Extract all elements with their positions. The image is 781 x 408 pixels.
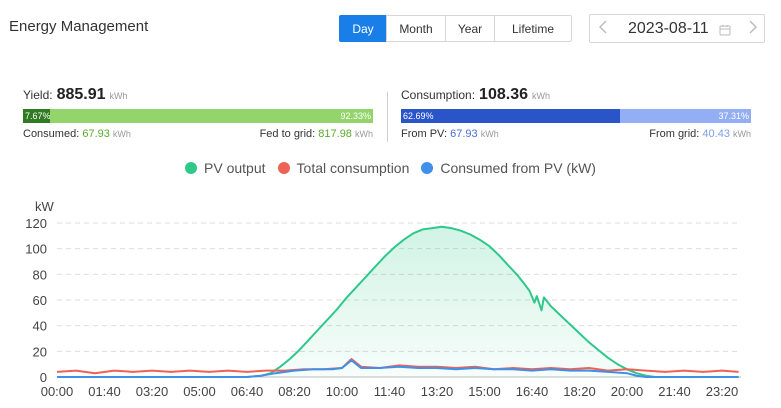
- chevron-right-icon[interactable]: [748, 20, 758, 37]
- y-tick-label: 120: [25, 216, 47, 231]
- x-tick-label: 00:00: [41, 384, 74, 399]
- legend-dot: [277, 162, 290, 174]
- consumption-unit: kWh: [531, 91, 550, 101]
- consumption-grid-unit: kWh: [733, 129, 751, 139]
- consumption-value: 108.36: [479, 86, 528, 103]
- yield-panel: Yield: 885.91 kWh 7.67% 92.33% Consumed:…: [23, 86, 373, 140]
- y-tick-label: 20: [33, 344, 47, 359]
- consumption-label: Consumption:: [401, 88, 476, 102]
- yield-unit: kWh: [109, 91, 128, 101]
- consumption-panel: Consumption: 108.36 kWh 62.69% 37.31% Fr…: [401, 86, 751, 140]
- series-area-pv-output: [57, 226, 739, 377]
- legend-item-total-consumption[interactable]: Total consumption: [277, 160, 410, 176]
- yield-fed-value: 817.98: [318, 128, 352, 140]
- x-tick-label: 16:40: [516, 384, 549, 399]
- legend-dot: [421, 162, 434, 174]
- consumption-from-pv: From PV: 67.93 kWh: [401, 128, 499, 140]
- consumption-pv-label: From PV:: [401, 128, 448, 140]
- date-value[interactable]: 2023-08-11: [628, 20, 709, 38]
- tab-month[interactable]: Month: [386, 15, 446, 42]
- yield-fed-unit: kWh: [355, 129, 373, 139]
- chevron-left-icon[interactable]: [590, 20, 616, 37]
- y-tick-label: 0: [40, 370, 47, 385]
- yield-consumed-value: 67.93: [82, 128, 110, 140]
- legend-item-pv-output[interactable]: PV output: [185, 160, 266, 176]
- legend-label: PV output: [204, 160, 266, 176]
- x-tick-label: 05:00: [183, 384, 216, 399]
- yield-header: Yield: 885.91 kWh: [23, 86, 373, 104]
- yield-consumed-label: Consumed:: [23, 128, 80, 140]
- page-title: Energy Management: [9, 18, 149, 35]
- tab-year[interactable]: Year: [445, 15, 495, 42]
- yield-value: 885.91: [56, 86, 106, 103]
- x-tick-label: 06:40: [231, 384, 264, 399]
- legend-dot: [185, 162, 198, 174]
- x-tick-label: 23:20: [706, 384, 739, 399]
- yield-fed-segment: 92.33%: [49, 109, 373, 123]
- calendar-icon[interactable]: [719, 23, 731, 35]
- yield-bar: 7.67% 92.33%: [23, 109, 373, 123]
- x-tick-label: 13:20: [421, 384, 454, 399]
- legend-label: Total consumption: [296, 160, 410, 176]
- consumption-pv-unit: kWh: [480, 129, 499, 139]
- date-picker[interactable]: 2023-08-11: [589, 14, 765, 43]
- y-axis-label: kW: [35, 199, 55, 214]
- consumption-from-grid: From grid: 40.43 kWh: [649, 128, 751, 140]
- tab-day[interactable]: Day: [339, 15, 387, 42]
- y-tick-label: 100: [25, 242, 47, 257]
- yield-fed-label: Fed to grid:: [259, 128, 316, 140]
- energy-line-chart: kW 0 20 40 60 80 100 120 00:00 01:40 03:20 05:00 06:…: [25, 199, 741, 399]
- consumption-header: Consumption: 108.36 kWh: [401, 86, 751, 104]
- y-tick-label: 60: [33, 293, 47, 308]
- chart-legend: PV output Total consumption Consumed fro…: [0, 160, 781, 176]
- x-tick-label: 03:20: [136, 384, 169, 399]
- legend-label: Consumed from PV (kW): [440, 160, 596, 176]
- x-tick-label: 21:40: [658, 384, 691, 399]
- x-tick-label: 11:40: [374, 384, 406, 399]
- consumption-pv-value: 67.93: [450, 128, 478, 140]
- legend-item-consumed-from-pv[interactable]: Consumed from PV (kW): [421, 160, 596, 176]
- x-tick-label: 18:20: [563, 384, 596, 399]
- x-tick-label: 10:00: [326, 384, 359, 399]
- consumption-pv-segment: 62.69%: [401, 109, 621, 123]
- yield-consumed: Consumed: 67.93 kWh: [23, 128, 131, 140]
- x-tick-label: 20:00: [611, 384, 644, 399]
- period-tabs: Day Month Year Lifetime: [339, 15, 572, 42]
- consumption-grid-segment: 37.31%: [620, 109, 751, 123]
- x-tick-label: 01:40: [88, 384, 121, 399]
- x-tick-label: 08:20: [278, 384, 311, 399]
- yield-consumed-segment: 7.67%: [23, 109, 50, 123]
- x-tick-label: 15:00: [468, 384, 501, 399]
- yield-consumed-unit: kWh: [112, 129, 131, 139]
- y-tick-label: 40: [33, 319, 47, 334]
- consumption-bar: 62.69% 37.31%: [401, 109, 751, 123]
- panel-divider: [387, 92, 388, 142]
- consumption-grid-label: From grid:: [649, 128, 700, 140]
- tab-lifetime[interactable]: Lifetime: [494, 15, 572, 42]
- consumption-grid-value: 40.43: [702, 128, 730, 140]
- y-tick-label: 80: [33, 267, 47, 282]
- yield-label: Yield:: [23, 88, 53, 102]
- yield-fed: Fed to grid: 817.98 kWh: [260, 128, 373, 140]
